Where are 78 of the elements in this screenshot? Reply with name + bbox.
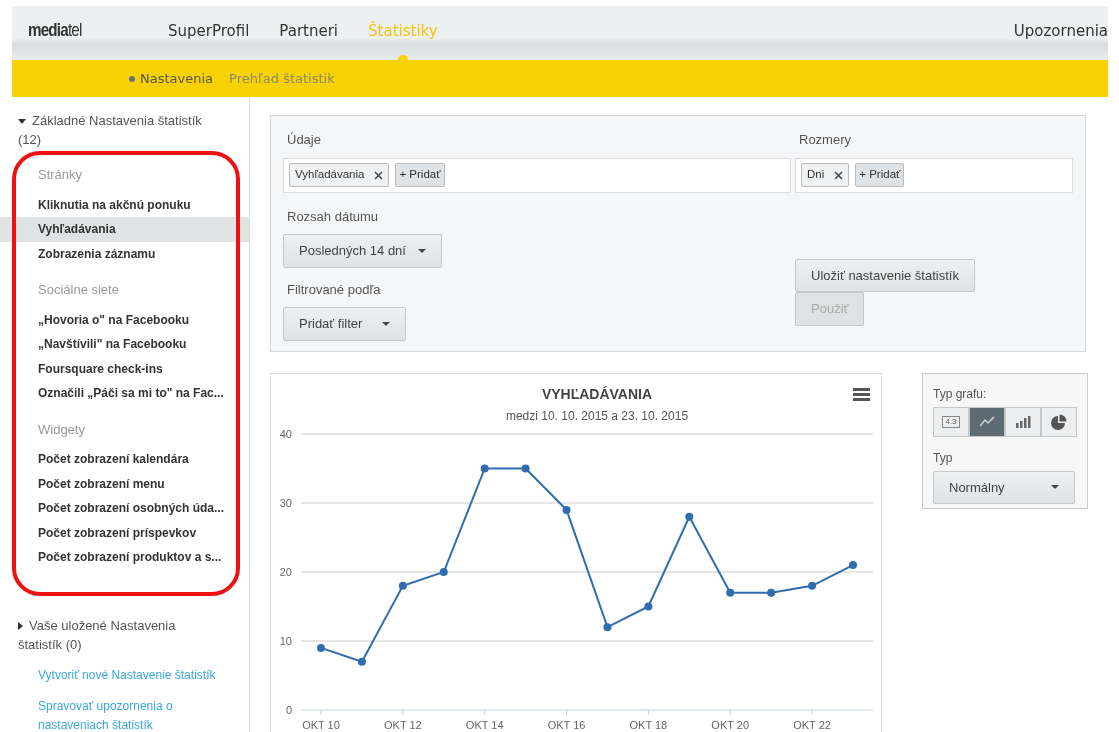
sidebar-item[interactable]: Kliknutia na akčnú ponuku	[0, 192, 249, 217]
data-point	[357, 657, 366, 666]
axis-label: OKT 16	[547, 718, 586, 731]
field-label: Rozmery	[799, 131, 852, 149]
tree-section[interactable]: Vaše uložené Nastavenia štatistík (0)	[0, 615, 249, 654]
sidebar-item[interactable]: Počet zobrazení osobných úda...	[0, 496, 249, 521]
menu-icon[interactable]	[853, 387, 870, 401]
chart-title: VYHĽADÁVANIA	[541, 385, 653, 402]
subnav-tab[interactable]: Nastavenia	[129, 68, 214, 89]
axis-label: 10	[279, 634, 292, 647]
caret-icon	[1051, 485, 1059, 490]
caret-icon	[417, 248, 426, 253]
axis-label: OKT 14	[465, 718, 504, 731]
tag: Vyhľadávania	[289, 163, 390, 187]
nav-link[interactable]: Upozornenia	[1013, 19, 1108, 42]
axis-label: OKT 12	[384, 718, 422, 731]
chart-subtitle: medzi 10. 10. 2015 a 23. 10. 2015	[505, 408, 689, 423]
sidebar-item[interactable]: Foursquare check-ins	[0, 356, 249, 381]
field-label: Údaje	[287, 131, 322, 149]
filter-dropdown[interactable]: Pridať filter	[283, 307, 407, 341]
data-point	[644, 602, 653, 610]
sidebar-item[interactable]: Označili „Páči sa mi to" na Fac...	[0, 381, 249, 406]
data-point	[439, 567, 448, 576]
sidebar-item[interactable]: Zobrazenia záznamu	[0, 241, 249, 266]
chart-type-button[interactable]: 4.3	[933, 406, 969, 437]
data-point	[849, 560, 857, 569]
data-point	[808, 581, 817, 590]
close-icon[interactable]	[834, 170, 844, 180]
axis-label: OKT 22	[793, 718, 831, 731]
sidebar-item[interactable]: Počet zobrazení produktov a s...	[0, 545, 249, 570]
group-heading: Stránky	[37, 166, 84, 184]
chart-type-button[interactable]	[1005, 406, 1041, 437]
axis-label: 20	[279, 565, 292, 578]
bar-chart-icon	[1015, 413, 1031, 430]
axis-label: 40	[279, 427, 292, 440]
axis-label: OKT 20	[711, 718, 750, 731]
nav-tab[interactable]: Partneri	[279, 19, 339, 42]
axis-label: 30	[279, 496, 292, 509]
save-button[interactable]: Uložiť nastavenie štatistík	[795, 258, 975, 292]
data-point	[398, 581, 407, 590]
data-point	[603, 622, 612, 631]
sidebar-item[interactable]: „Hovoria o" na Facebooku	[0, 307, 249, 332]
add-button[interactable]: + Pridať	[395, 163, 445, 187]
sidebar-item[interactable]: Počet zobrazení kalendára	[0, 447, 249, 472]
tree-section[interactable]: Základné Nastavenia štatistík (12)	[0, 111, 249, 149]
axis-label: OKT 10	[302, 718, 340, 731]
group-heading: Widgety	[37, 420, 86, 439]
type-dropdown[interactable]: Normálny	[933, 470, 1075, 504]
sidebar-item[interactable]: Vyhľadávania	[0, 217, 249, 242]
chart-type-button[interactable]	[969, 406, 1005, 437]
add-button[interactable]: + Pridať	[855, 163, 905, 187]
axis-label: 0	[285, 703, 292, 716]
tag: Dni	[801, 163, 850, 187]
data-point	[317, 643, 325, 652]
data-point	[726, 588, 735, 597]
group-heading: Sociálne siete	[37, 281, 120, 299]
field-label: Filtrované podľa	[287, 280, 382, 299]
data-point	[521, 464, 530, 472]
caret-icon	[382, 321, 391, 326]
tag-field[interactable]: Vyhľadávania + Pridať	[283, 157, 791, 193]
sidebar-item[interactable]: „Navštívili" na Facebooku	[0, 332, 249, 357]
data-point	[480, 464, 489, 472]
close-icon[interactable]	[374, 170, 384, 180]
tag-field[interactable]: Dni + Pridať	[795, 157, 1073, 193]
field-label: Typ grafu:	[933, 385, 988, 403]
logo: mediatel	[28, 18, 83, 42]
chart-type-button[interactable]	[1041, 406, 1077, 437]
nav-tab[interactable]: SuperProfil	[168, 19, 250, 42]
axis-label: OKT 18	[629, 718, 668, 731]
sidebar-item[interactable]: Počet zobrazení menu	[0, 471, 249, 496]
pie-chart-icon	[1051, 413, 1067, 430]
data-point	[685, 512, 694, 521]
field-label: Rozsah dátumu	[287, 207, 380, 226]
field-label: Typ	[933, 449, 954, 467]
sidebar-item[interactable]: Počet zobrazení príspevkov	[0, 520, 249, 545]
data-point	[767, 588, 776, 597]
data-point	[562, 505, 571, 514]
date-range-dropdown[interactable]: Posledných 14 dní	[283, 234, 442, 268]
